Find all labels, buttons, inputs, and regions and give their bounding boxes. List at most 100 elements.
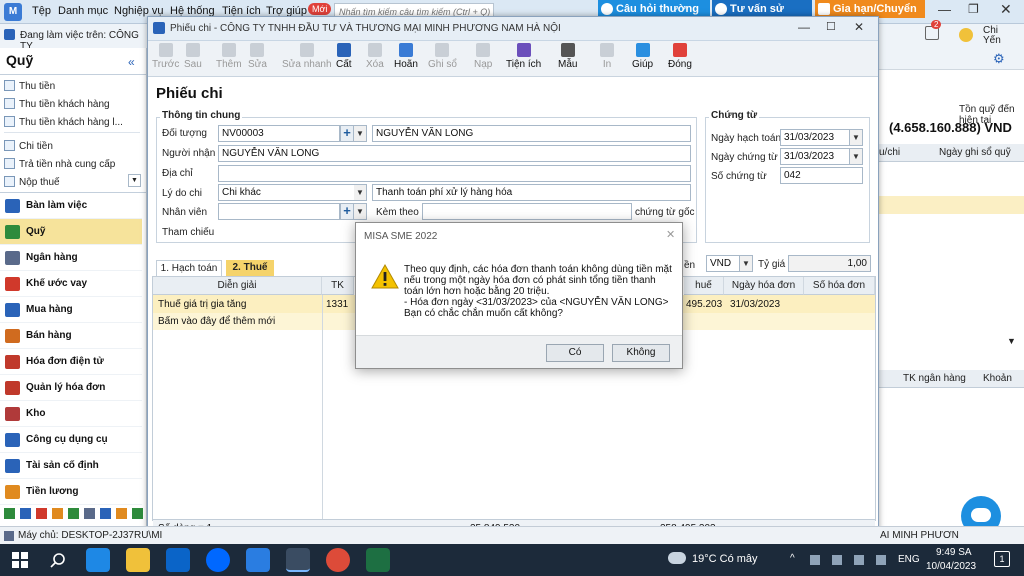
shortcut-icon[interactable] (132, 508, 143, 519)
sidebar-item-5[interactable]: Bán hàng (0, 323, 142, 349)
calendar-dropdown-icon[interactable]: ▼ (850, 129, 863, 146)
row-invoice-date[interactable]: 31/03/2023 (730, 299, 780, 310)
sidebar-item-1[interactable]: Quỹ (0, 219, 142, 245)
no-button[interactable]: Không (612, 344, 670, 362)
yes-button[interactable]: Có (546, 344, 604, 362)
add-object-button[interactable]: + (340, 125, 354, 142)
clock-date[interactable]: 10/04/2023 (926, 561, 976, 572)
collapse-icon[interactable]: « (128, 55, 135, 69)
network-icon[interactable] (854, 555, 864, 565)
tray-chevron-icon[interactable]: ^ (790, 553, 795, 564)
toolbar-button-6[interactable]: Xóa (366, 43, 384, 70)
weather-text[interactable]: 19°C Có mây (692, 553, 758, 565)
toolbar-button-5[interactable]: Cất (336, 43, 352, 70)
toolbar-button-7[interactable]: Hoãn (394, 43, 418, 70)
menu-catalog[interactable]: Danh mục (58, 5, 108, 17)
zalo-icon[interactable] (206, 548, 230, 572)
clock-time[interactable]: 9:49 SA (936, 547, 972, 558)
add-row-label[interactable]: Bấm vào đây để thêm mới (158, 316, 275, 327)
toolbar-button-4[interactable]: Sửa nhanh (282, 43, 332, 70)
close-icon[interactable]: ✕ (1000, 1, 1012, 18)
sidebar-item-2[interactable]: Ngân hàng (0, 245, 142, 271)
grid-header-tk-thue[interactable]: TK thuế (322, 277, 354, 308)
grid-header-dien-giai[interactable]: Diễn giải (153, 277, 322, 295)
sidebar-item-11[interactable]: Tiền lương (0, 479, 142, 505)
object-name-input[interactable]: NGUYỄN VĂN LONG (372, 125, 691, 142)
windows-start-icon[interactable] (12, 552, 28, 568)
sidebar-item-4[interactable]: Mua hàng (0, 297, 142, 323)
reason-desc-input[interactable]: Thanh toán phí xử lý hàng hóa (372, 184, 691, 201)
tab-thue[interactable]: 2. Thuế (226, 260, 274, 276)
reason-dropdown-icon[interactable]: ▼ (354, 184, 367, 201)
grid-header-ngay-hoa-don[interactable]: Ngày hóa đơn (724, 277, 804, 295)
minimize-icon[interactable]: — (938, 2, 951, 17)
minimize-icon[interactable]: — (798, 20, 810, 34)
grid-header-thue[interactable]: huế (684, 277, 724, 295)
shortcut-icon[interactable] (68, 508, 79, 519)
sidebar-dropdown-icon[interactable]: ▼ (128, 174, 141, 187)
shortcut-icon[interactable] (84, 508, 95, 519)
reason-select[interactable]: Chi khác (218, 184, 356, 201)
excel-icon[interactable] (366, 548, 390, 572)
tray-icon[interactable] (832, 555, 842, 565)
sidebar-link-chi-tien[interactable]: Chi tiền (4, 140, 53, 152)
sidebar-item-0[interactable]: Bàn làm việc (0, 193, 142, 219)
shortcut-icon[interactable] (100, 508, 111, 519)
calendar-dropdown-icon[interactable]: ▼ (850, 148, 863, 165)
attachment-count-input[interactable] (422, 203, 632, 220)
sidebar-item-9[interactable]: Công cụ dụng cụ (0, 427, 142, 453)
tray-icon[interactable] (810, 555, 820, 565)
menu-file[interactable]: Tệp (32, 5, 51, 17)
search-icon[interactable] (50, 552, 66, 568)
employee-dropdown-icon[interactable]: ▼ (354, 203, 367, 220)
currency-select[interactable]: VND (706, 255, 740, 272)
gear-icon[interactable]: ⚙ (993, 51, 1005, 67)
sidebar-item-3[interactable]: Khế ước vay (0, 271, 142, 297)
sidebar-item-6[interactable]: Hóa đơn điện tử (0, 349, 142, 375)
shortcut-icon[interactable] (116, 508, 127, 519)
restore-icon[interactable]: ❐ (968, 2, 979, 16)
sidebar-item-7[interactable]: Quản lý hóa đơn (0, 375, 142, 401)
avatar[interactable] (959, 28, 973, 42)
sidebar-link-thu-tien-kh-l[interactable]: Thu tiền khách hàng l... (4, 116, 123, 128)
toolbar-button-14[interactable]: Đóng (668, 43, 692, 70)
shortcut-icon[interactable] (52, 508, 63, 519)
toolbar-button-13[interactable]: Giúp (632, 43, 653, 70)
row-tax-account[interactable]: 1331 (326, 299, 348, 310)
employee-input[interactable] (218, 203, 340, 220)
sidebar-item-8[interactable]: Kho (0, 401, 142, 427)
file-explorer-icon[interactable] (126, 548, 150, 572)
posting-date-input[interactable]: 31/03/2023 (780, 129, 850, 146)
user-name[interactable]: Chi Yến (983, 26, 1007, 46)
toolbar-button-10[interactable]: Tiện ích (506, 43, 541, 70)
voucher-date-input[interactable]: 31/03/2023 (780, 148, 850, 165)
sidebar-item-10[interactable]: Tài sản cố định (0, 453, 142, 479)
object-code-input[interactable]: NV00003 (218, 125, 340, 142)
toolbar-button-8[interactable]: Ghi sổ (428, 43, 457, 70)
chrome-icon[interactable] (326, 548, 350, 572)
row-description[interactable]: Thuế giá trị gia tăng (158, 299, 246, 310)
language-indicator[interactable]: ENG (898, 554, 920, 565)
edge-icon[interactable] (86, 548, 110, 572)
toolbar-button-1[interactable]: Sau (184, 43, 202, 70)
mail-icon[interactable] (166, 548, 190, 572)
toolbar-button-3[interactable]: Sửa (248, 43, 267, 70)
maximize-icon[interactable]: ☐ (826, 20, 836, 33)
sidebar-link-thu-tien-kh[interactable]: Thu tiền khách hàng (4, 98, 110, 110)
close-icon[interactable]: ✕ (666, 228, 675, 241)
scroll-down-icon[interactable]: ▼ (1007, 336, 1016, 346)
address-input[interactable] (218, 165, 691, 182)
row-tax-amount[interactable]: 495.203 (686, 299, 722, 310)
shortcut-icon[interactable] (4, 508, 15, 519)
sidebar-link-tra-tien[interactable]: Trả tiền nhà cung cấp (4, 158, 115, 170)
shortcut-icon[interactable] (36, 508, 47, 519)
shortcut-icon[interactable] (20, 508, 31, 519)
volume-icon[interactable] (876, 555, 886, 565)
add-employee-button[interactable]: + (340, 203, 354, 220)
grid-header-so-hoa-don[interactable]: Số hóa đơn (804, 277, 875, 295)
app-logo-icon[interactable]: M (4, 3, 22, 21)
toolbar-button-0[interactable]: Trước (152, 43, 179, 70)
currency-dropdown-icon[interactable]: ▼ (740, 255, 753, 272)
tab-hach-toan[interactable]: 1. Hạch toán (156, 260, 222, 276)
toolbar-button-11[interactable]: Mẫu (558, 43, 577, 70)
